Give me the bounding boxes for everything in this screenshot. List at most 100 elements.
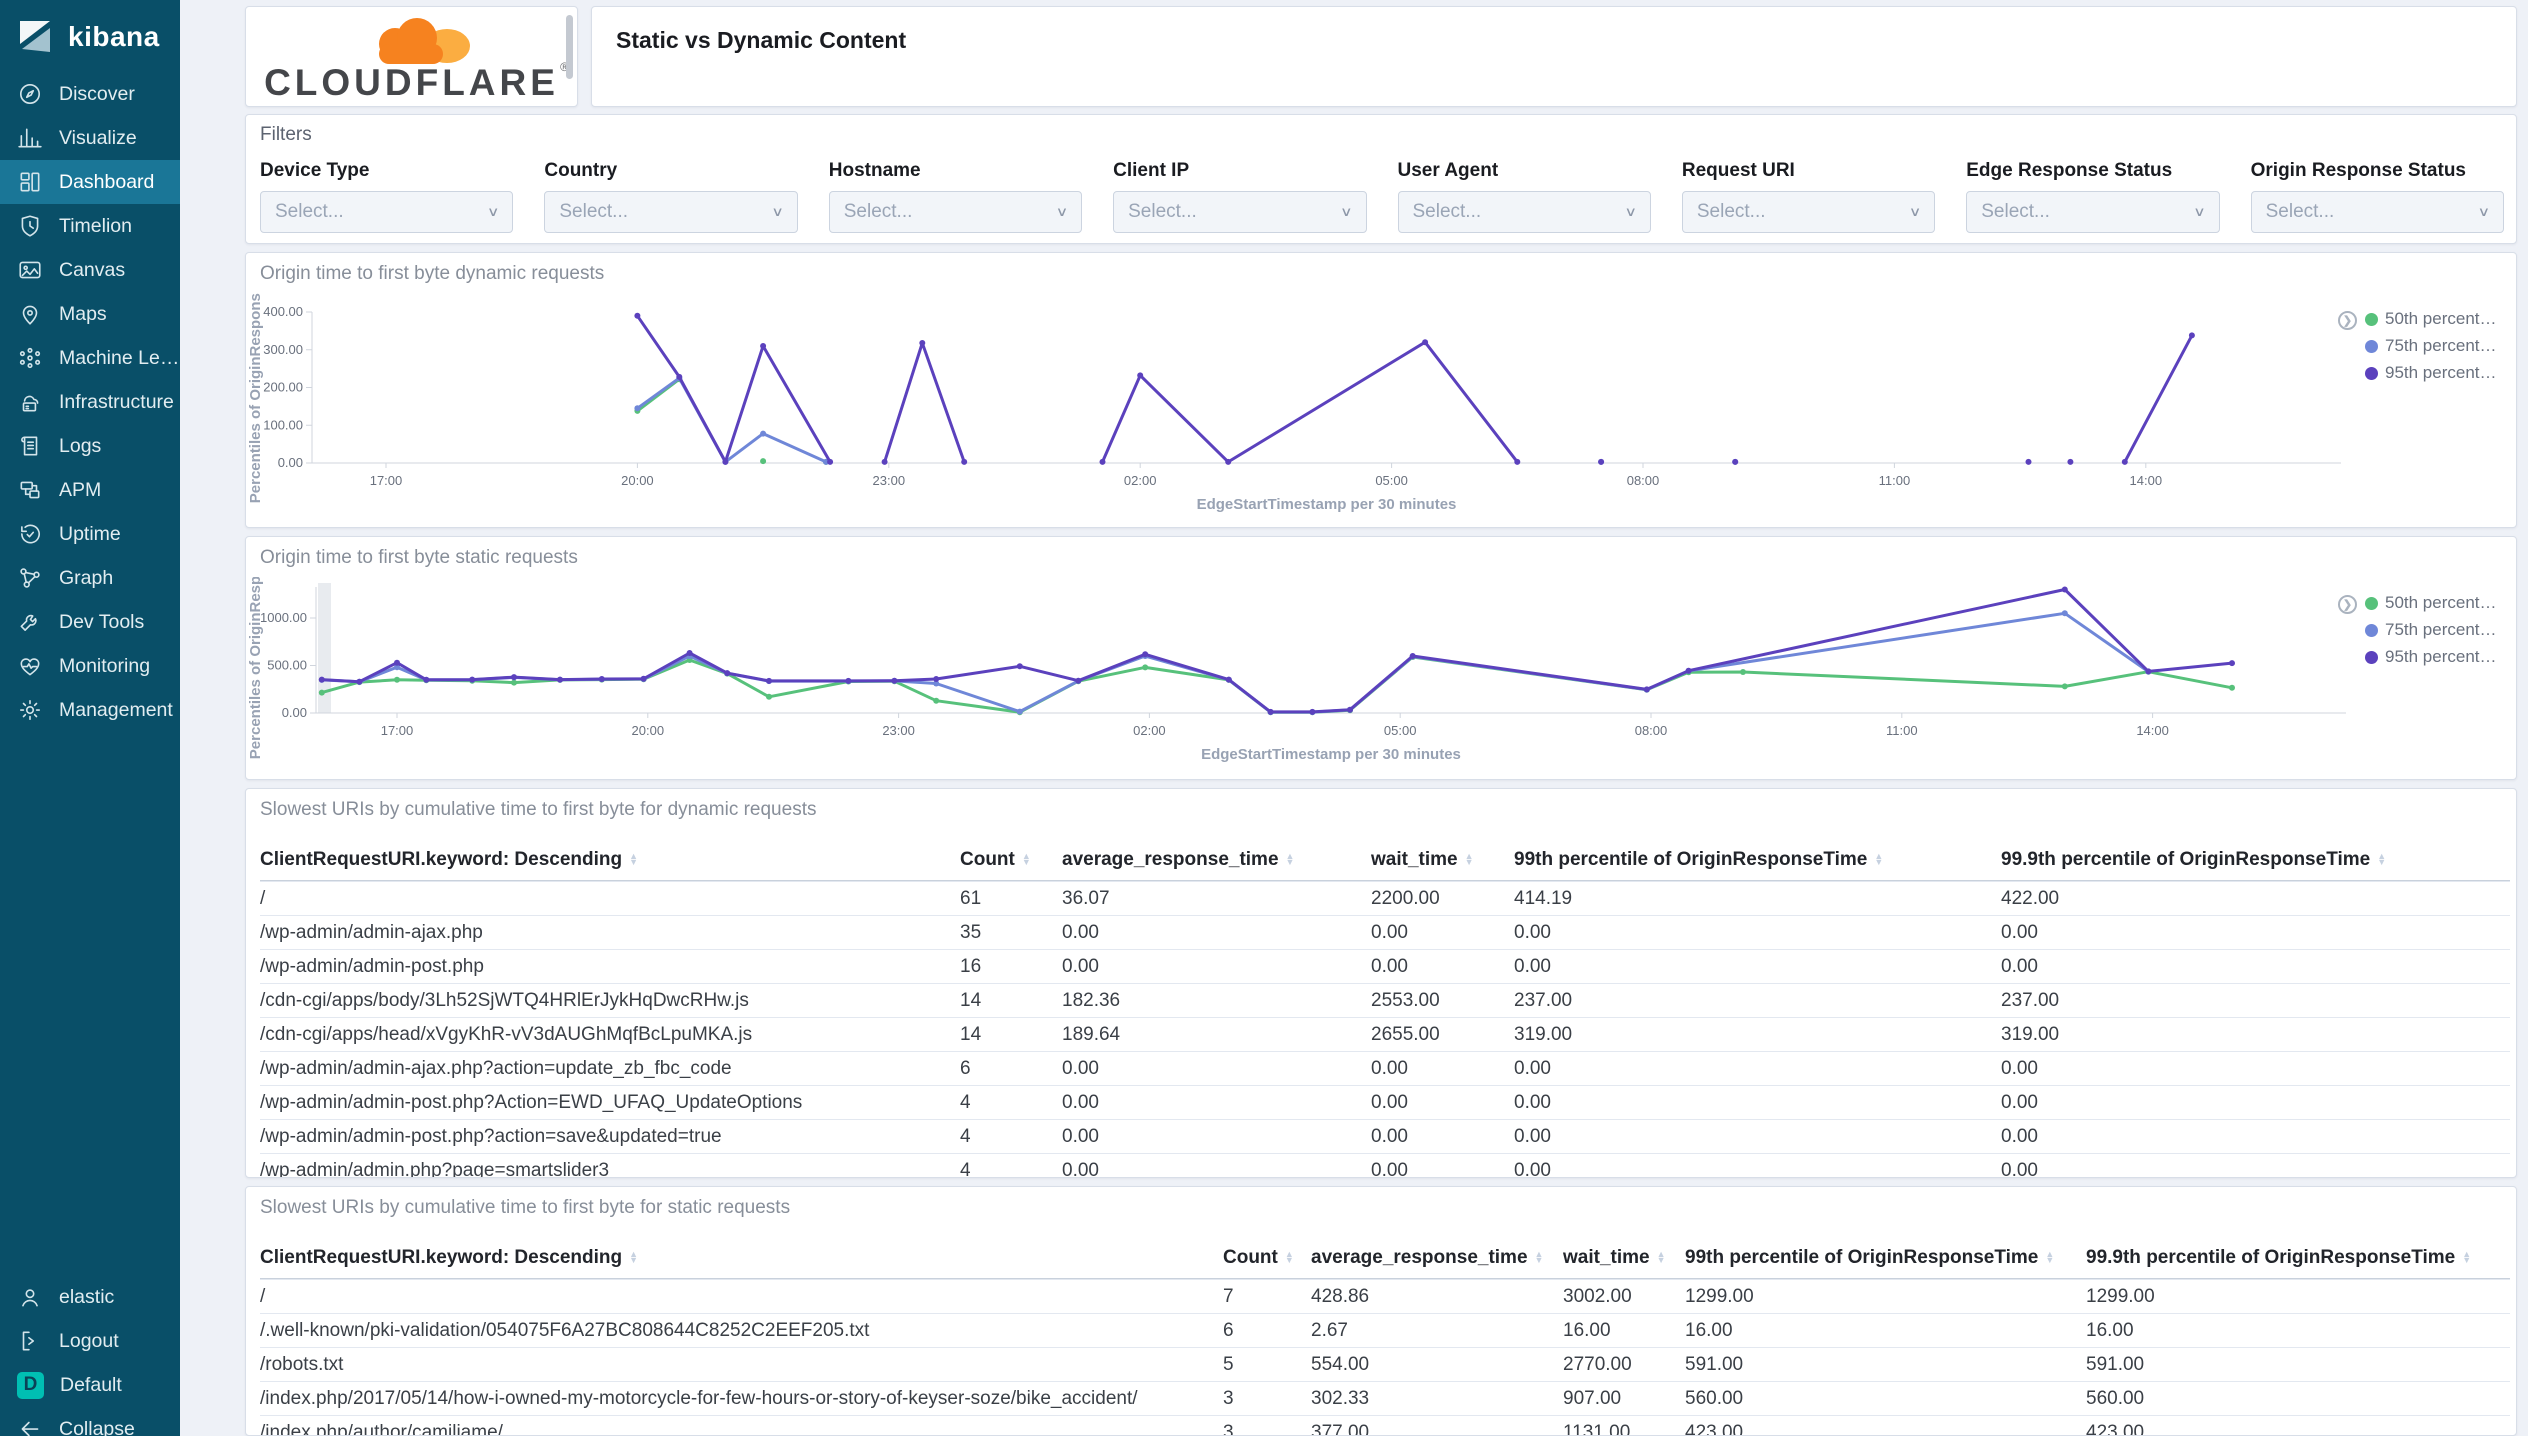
column-header[interactable]: 99.9th percentile of OriginResponseTime … <box>2001 849 2510 871</box>
sidebar-item-dev-tools[interactable]: Dev Tools <box>0 600 180 644</box>
cell-wait-time: 0.00 <box>1371 1159 1408 1178</box>
dynamic-requests-line-chart[interactable]: 0.00 100.00 200.00 300.00 400.00 17:00 20:00 23… <box>246 293 2516 528</box>
ml-dots-icon <box>19 347 41 369</box>
sidebar-item-default-space[interactable]: D Default <box>0 1363 180 1407</box>
column-header[interactable]: ClientRequestURI.keyword: Descending ▲ ▼ <box>260 1247 1223 1269</box>
sidebar-item-graph[interactable]: Graph <box>0 556 180 600</box>
sidebar-item-discover[interactable]: Discover <box>0 72 180 116</box>
cell-p99: 0.00 <box>1514 1091 1551 1113</box>
cell-uri: /.well-known/pki-validation/054075F6A27B… <box>260 1319 870 1341</box>
column-header[interactable]: Count ▲ ▼ <box>1223 1247 1311 1269</box>
legend-item[interactable]: 75th percent… <box>2365 620 2497 640</box>
table-row: /wp-admin/admin-post.php?Action=EWD_UFAQ… <box>260 1085 2510 1119</box>
filter-select[interactable]: Select... ∨ <box>1397 191 1651 233</box>
sidebar-item-collapse[interactable]: Collapse <box>0 1407 180 1436</box>
apm-icon <box>20 481 40 499</box>
cloudflare-cloud-icon <box>378 17 470 64</box>
sidebar-item-dashboard[interactable]: Dashboard <box>0 160 180 204</box>
cell-p99: 0.00 <box>1514 1125 1551 1147</box>
column-header[interactable]: 99th percentile of OriginResponseTime ▲ ▼ <box>1514 849 2001 871</box>
sidebar-item-logout[interactable]: Logout <box>0 1319 180 1363</box>
filter-select[interactable]: Select... ∨ <box>1681 191 1936 233</box>
cell-p99: 414.19 <box>1514 887 1573 909</box>
sidebar-item-management[interactable]: Management <box>0 688 180 732</box>
cell-wait-time: 1131.00 <box>1563 1421 1631 1436</box>
column-header[interactable]: 99.9th percentile of OriginResponseTime … <box>2086 1247 2510 1269</box>
cell-count: 4 <box>960 1159 971 1178</box>
dashboard-grid-icon <box>20 172 40 192</box>
cell-uri: /index.php/author/camiliame/ <box>260 1421 503 1436</box>
sort-icon: ▲ ▼ <box>1656 1248 1666 1265</box>
select-placeholder: Select... <box>1981 201 2050 222</box>
column-header[interactable]: wait_time ▲ ▼ <box>1371 849 1514 871</box>
sidebar-item-logs[interactable]: Logs <box>0 424 180 468</box>
svg-text:17:00: 17:00 <box>370 473 403 488</box>
column-header[interactable]: average_response_time ▲ ▼ <box>1062 849 1371 871</box>
panel-scrollbar[interactable] <box>566 15 573 79</box>
filter-select[interactable]: Select... ∨ <box>1966 191 2220 233</box>
legend-toggle-icon[interactable]: ❯ <box>2338 311 2357 330</box>
select-placeholder: Select... <box>2265 201 2335 222</box>
filter-label: Country <box>544 160 618 181</box>
sidebar-item-maps[interactable]: Maps <box>0 292 180 336</box>
cell-average-response-time: 2.67 <box>1311 1319 1348 1341</box>
kibana-logo[interactable]: kibana <box>0 0 180 72</box>
legend-item[interactable]: 75th percent… <box>2365 336 2497 356</box>
column-header[interactable]: average_response_time ▲ ▼ <box>1311 1247 1563 1269</box>
cell-wait-time: 2200.00 <box>1371 887 1440 909</box>
svg-text:20:00: 20:00 <box>632 723 665 738</box>
sidebar-item-canvas[interactable]: Canvas <box>0 248 180 292</box>
filter-label: Device Type <box>260 160 370 181</box>
svg-text:11:00: 11:00 <box>1879 473 1911 488</box>
sidebar-item-monitoring[interactable]: Monitoring <box>0 644 180 688</box>
legend-item[interactable]: 95th percent… <box>2365 363 2497 383</box>
svg-text:08:00: 08:00 <box>1627 473 1660 488</box>
sidebar-item-timelion[interactable]: Timelion <box>0 204 180 248</box>
cell-p999: 591.00 <box>2086 1353 2145 1375</box>
filter-select[interactable]: Select... ∨ <box>2250 191 2504 233</box>
legend-item[interactable]: 50th percent… <box>2365 309 2497 329</box>
filter-label: User Agent <box>1397 160 1499 181</box>
filter-select[interactable]: Select... ∨ <box>1113 191 1367 233</box>
select-placeholder: Select... <box>275 201 344 222</box>
cell-count: 6 <box>1223 1319 1234 1341</box>
cell-wait-time: 0.00 <box>1371 1091 1408 1113</box>
legend-item[interactable]: 95th percent… <box>2365 647 2497 667</box>
svg-text:300.00: 300.00 <box>263 342 303 357</box>
page-title: Static vs Dynamic Content <box>616 27 907 53</box>
chevron-down-icon: ∨ <box>1908 204 1922 219</box>
cell-p999: 1299.00 <box>2086 1285 2155 1307</box>
legend-toggle-icon[interactable]: ❯ <box>2338 595 2357 614</box>
legend-color-dot <box>2365 339 2378 353</box>
filter-select[interactable]: Select... ∨ <box>828 191 1083 233</box>
sidebar-item-visualize[interactable]: Visualize <box>0 116 180 160</box>
legend-item[interactable]: 50th percent… <box>2365 593 2497 613</box>
cell-count: 16 <box>960 955 982 977</box>
filter-select[interactable]: Select... ∨ <box>544 191 798 233</box>
column-header[interactable]: Count ▲ ▼ <box>960 849 1062 871</box>
cell-p999: 319.00 <box>2001 1023 2060 1045</box>
sidebar-item-infrastructure[interactable]: Infrastructure <box>0 380 180 424</box>
cell-count: 4 <box>960 1125 971 1147</box>
filter-control: Origin Response Status Select... ∨ <box>2250 160 2504 233</box>
static-requests-line-chart[interactable]: 0.00 500.00 1000.00 17:00 20:00 23:00 02:00 05:… <box>246 577 2516 780</box>
svg-text:08:00: 08:00 <box>1635 723 1668 738</box>
cell-average-response-time: 0.00 <box>1062 1159 1099 1178</box>
cell-average-response-time: 182.36 <box>1062 989 1121 1011</box>
sidebar-item-machine-learning[interactable]: Machine Le… <box>0 336 180 380</box>
column-header[interactable]: ClientRequestURI.keyword: Descending ▲ ▼ <box>260 849 960 871</box>
filter-select[interactable]: Select... ∨ <box>260 191 514 233</box>
cloudflare-wordmark: CLOUDFLARE® <box>264 60 569 104</box>
sort-icon: ▲ ▼ <box>2462 1248 2472 1265</box>
sidebar-item-apm[interactable]: APM <box>0 468 180 512</box>
table-row: /.well-known/pki-validation/054075F6A27B… <box>260 1313 2510 1347</box>
column-header[interactable]: wait_time ▲ ▼ <box>1563 1247 1685 1269</box>
chart-legend: ❯ 50th percent… 75th percent… 95th perce… <box>2338 593 2497 667</box>
sidebar-item-uptime[interactable]: Uptime <box>0 512 180 556</box>
logout-icon <box>22 1331 35 1351</box>
chevron-down-icon: ∨ <box>1055 204 1069 219</box>
svg-text:23:00: 23:00 <box>873 473 906 488</box>
sidebar-item-elastic-user[interactable]: elastic <box>0 1275 180 1319</box>
cell-uri: /wp-admin/admin-ajax.php <box>260 921 483 943</box>
column-header[interactable]: 99th percentile of OriginResponseTime ▲ ▼ <box>1685 1247 2086 1269</box>
